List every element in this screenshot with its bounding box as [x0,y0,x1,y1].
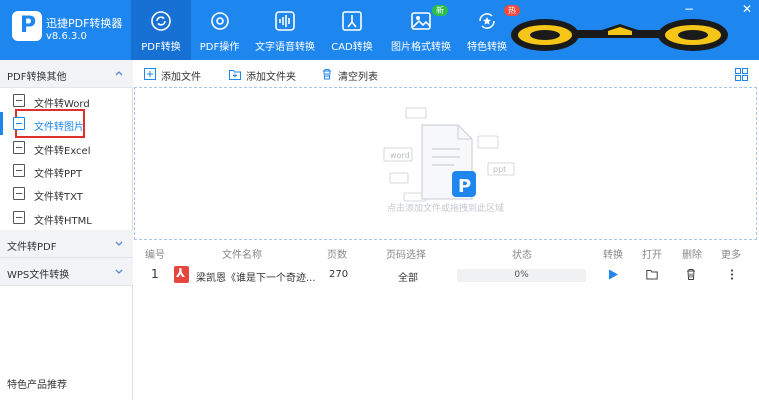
section-file-to-pdf[interactable]: 文件转PDF [0,230,133,258]
add-folder-label: 添加文件夹 [246,72,296,83]
sidebar-item-image[interactable]: 文件转图片 [0,109,133,138]
section-wps[interactable]: WPS文件转换 [0,258,133,286]
document-illustration-icon: word ppt P [383,107,515,202]
star-refresh-icon [479,13,495,29]
header-index: 编号 [145,250,165,261]
nav-text-voice[interactable]: 文字语音转换 [252,0,318,60]
delete-icon[interactable] [685,268,697,281]
header-status: 状态 [512,250,532,261]
row-filename: 梁凯恩《谁是下一个奇迹... [196,273,316,284]
progress-text: 0% [514,270,529,280]
svg-text:P: P [458,176,471,197]
chevron-up-icon [115,71,123,76]
row-pages: 270 [329,269,349,280]
close-button[interactable]: ✕ [738,2,756,16]
trash-icon [323,69,331,80]
open-folder-icon[interactable] [646,268,658,281]
row-page-range[interactable]: 全部 [398,269,418,284]
ppt-label: ppt [493,165,506,174]
chevron-down-icon [115,241,123,246]
nav-label: PDF转换 [141,42,181,53]
file-txt-icon [13,187,25,200]
cad-icon [342,11,362,31]
header-delete: 删除 [682,250,702,261]
refresh-pdf-icon [151,11,171,31]
app-logo-icon [12,11,42,41]
nav-image-format[interactable]: 图片格式转换 新 [386,0,456,60]
image-icon [411,12,431,30]
pdf-file-icon [174,266,189,283]
sidebar-item-label: 文件转Word [34,99,90,110]
gear-icon [210,12,229,30]
section-label: PDF转换其他 [7,72,67,83]
header-convert: 转换 [603,250,623,261]
drop-hint: 点击添加文件或拖拽到此区域 [386,204,504,214]
more-options-icon[interactable] [726,268,738,281]
new-badge: 新 [432,5,448,16]
chevron-down-icon [115,269,123,274]
play-convert-icon[interactable] [607,268,619,281]
add-file-label: 添加文件 [161,72,201,83]
header-open: 打开 [642,250,662,261]
file-ppt-icon [13,164,25,177]
nav-cad[interactable]: CAD转换 [323,0,381,60]
file-drop-zone[interactable]: word ppt P 点击添加文件或拖拽到此区域 [134,87,757,240]
sidebar-item-label: 文件转HTML [34,216,92,227]
clear-list-label: 清空列表 [338,72,378,83]
sidebar-item-ppt[interactable]: 文件转PPT [0,159,133,182]
minimize-button[interactable]: − [680,2,698,16]
section-pdf-other[interactable]: PDF转换其他 [0,60,133,88]
sidebar-item-label: 文件转图片 [34,122,84,133]
section-label: WPS文件转换 [7,270,70,281]
sidebar-item-html[interactable]: 文件转HTML [0,206,133,229]
featured-products-label[interactable]: 特色产品推荐 [7,376,67,391]
selection-indicator [0,112,3,135]
file-word-icon [13,94,25,107]
nav-label: 图片格式转换 [391,42,451,53]
conversion-progress-bar: 0% [457,269,586,282]
add-file-icon [144,68,156,80]
word-label: word [390,151,410,160]
add-folder-icon [229,70,241,80]
promo-banner[interactable] [510,18,730,52]
sidebar-item-excel[interactable]: 文件转Excel [0,136,133,159]
sidebar-item-label: 文件转Excel [34,146,91,157]
nav-label: 文字语音转换 [255,42,315,53]
nav-label: CAD转换 [331,42,373,53]
nav-label: PDF操作 [199,42,240,53]
app-version: v8.6.3.0 [46,31,87,42]
file-html-icon [13,211,25,224]
file-table-header: 编号 文件名称 页数 页码选择 状态 转换 打开 删除 更多 [134,244,759,261]
nav-pdf-operate[interactable]: PDF操作 [191,0,248,60]
file-image-icon [13,117,25,130]
app-title: 迅捷PDF转换器 [46,17,123,30]
nav-featured[interactable]: 特色转换 热 [462,0,520,60]
table-row[interactable]: 1 梁凯恩《谁是下一个奇迹... 270 全部 0% [134,262,759,288]
header-pages: 页数 [327,250,347,261]
title-bar: 迅捷PDF转换器 v8.6.3.0 PDF转换 PDF操作 文字语音转换 CAD… [0,0,759,60]
sidebar: PDF转换其他 文件转Word 文件转图片 文件转Excel 文件转PPT 文件… [0,60,133,400]
sidebar-item-txt[interactable]: 文件转TXT [0,182,133,205]
nav-label: 特色转换 [467,42,507,53]
hot-badge: 热 [504,5,520,16]
sidebar-item-label: 文件转PPT [34,169,83,180]
waveform-icon [275,11,295,31]
sidebar-item-label: 文件转TXT [34,192,83,203]
row-index: 1 [151,267,159,281]
section-label: 文件转PDF [7,242,57,253]
file-excel-icon [13,141,25,154]
grid-view-icon[interactable] [735,68,748,81]
nav-pdf-convert[interactable]: PDF转换 [131,0,191,60]
header-more: 更多 [721,250,741,261]
header-page-range: 页码选择 [386,250,426,261]
header-filename: 文件名称 [222,250,262,261]
